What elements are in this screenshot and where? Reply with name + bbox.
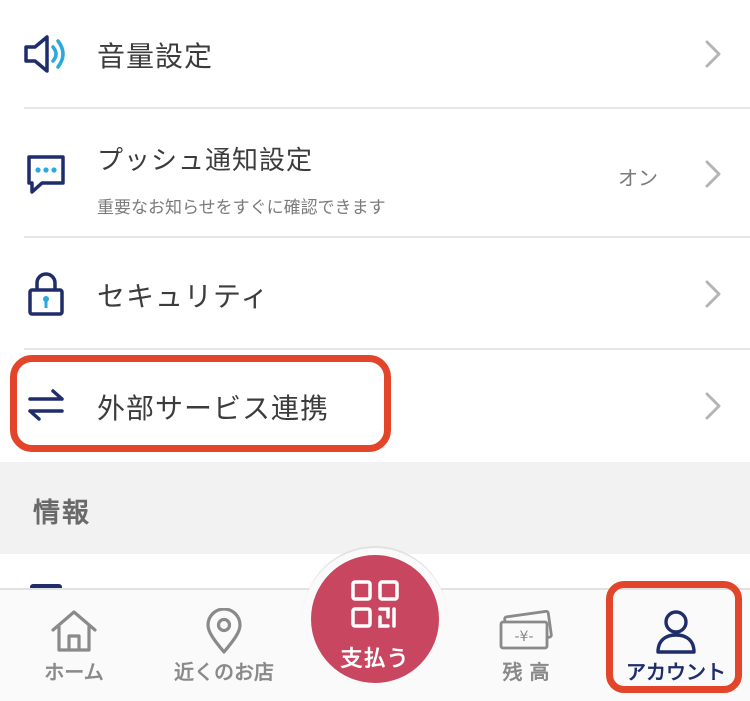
qr-code-icon [351, 580, 399, 628]
chevron-right-icon [705, 280, 721, 308]
svg-text:-¥-: -¥- [514, 629, 533, 645]
push-label: プッシュ通知設定 [97, 146, 314, 176]
tab-balance[interactable]: -¥- 残 高 [452, 590, 600, 701]
pay-button[interactable]: 支払う [311, 555, 439, 683]
chevron-right-icon [705, 392, 721, 420]
settings-row-push[interactable]: プッシュ通知設定 重要なお知らせをすぐに確認できます オン [0, 109, 750, 236]
lock-icon [28, 272, 64, 316]
chevron-right-icon [705, 40, 721, 68]
home-icon [51, 610, 97, 652]
tab-nearby-label: 近くのお店 [174, 660, 274, 684]
tab-home[interactable]: ホーム [0, 590, 148, 701]
banknote-icon: -¥- [499, 610, 553, 650]
section-title: 情報 [33, 498, 91, 529]
section-header-info: 情報 [0, 462, 750, 554]
map-pin-icon [206, 608, 242, 654]
chat-bubble-icon [27, 155, 65, 194]
highlight-account-tab [606, 581, 742, 693]
volume-label: 音量設定 [97, 40, 214, 73]
settings-row-volume[interactable]: 音量設定 [0, 0, 750, 107]
security-label: セキュリティ [97, 280, 270, 313]
chevron-right-icon [705, 160, 721, 188]
settings-row-security[interactable]: セキュリティ [0, 238, 750, 348]
push-status-value: オン [618, 166, 658, 190]
tab-balance-label: 残 高 [502, 660, 550, 684]
pay-button-label: 支払う [340, 647, 410, 672]
highlight-external-services [10, 355, 391, 452]
speaker-icon [24, 35, 65, 73]
tab-nearby[interactable]: 近くのお店 [150, 590, 298, 701]
tab-home-label: ホーム [44, 660, 104, 684]
push-subtitle: 重要なお知らせをすぐに確認できます [97, 198, 386, 218]
